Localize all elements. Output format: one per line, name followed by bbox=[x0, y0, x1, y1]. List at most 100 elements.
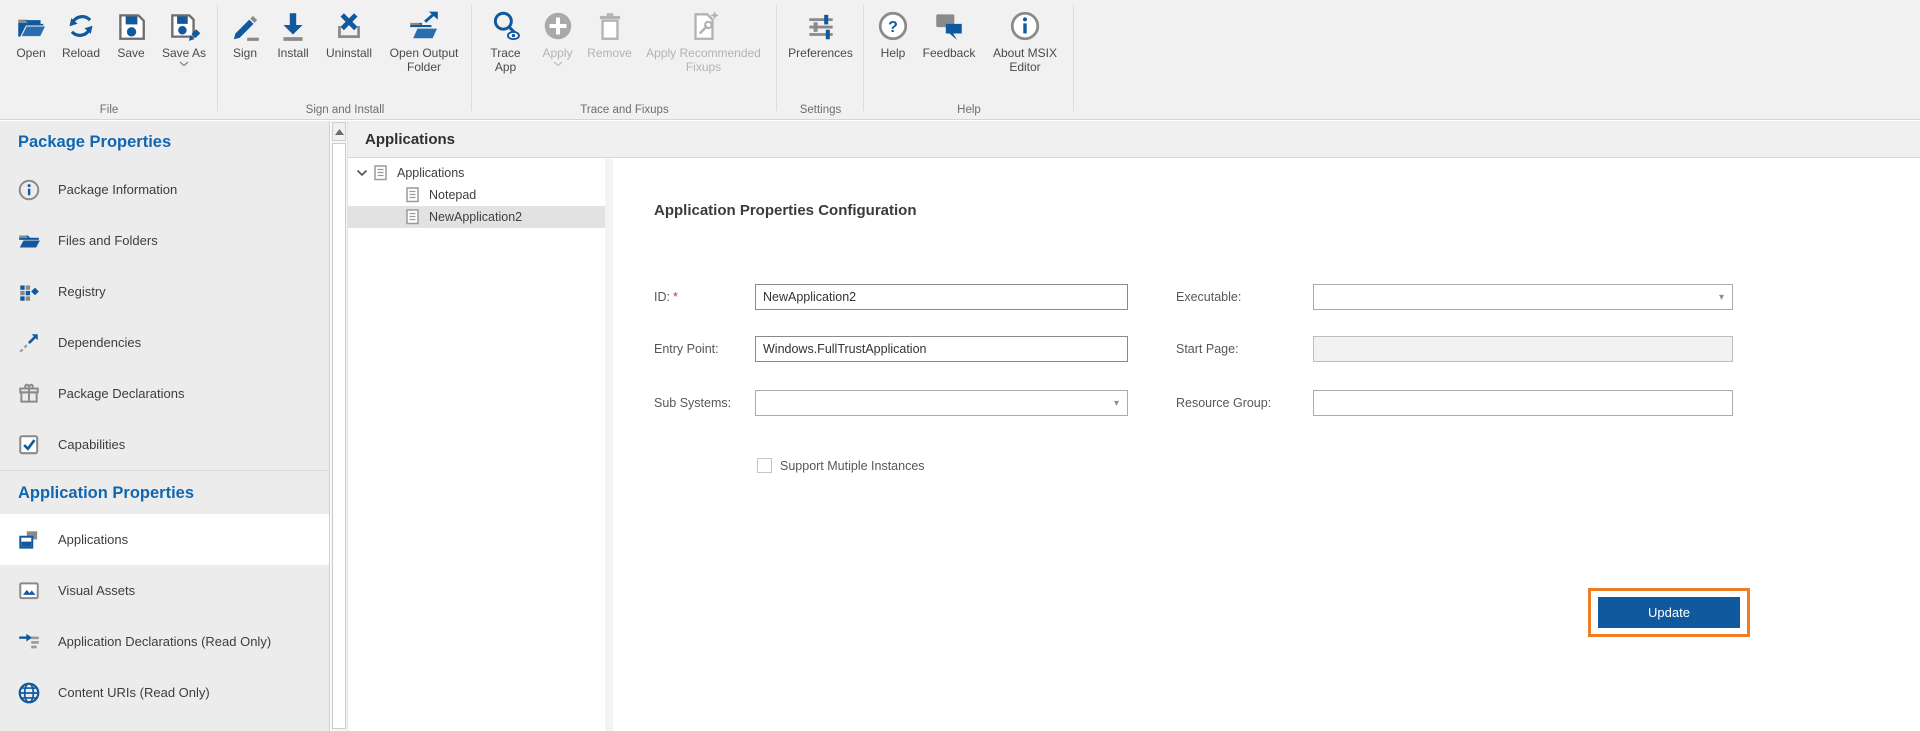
open-button[interactable]: Open bbox=[6, 3, 56, 67]
apply-dropdown-chevron-icon bbox=[553, 61, 563, 67]
preferences-button[interactable]: Preferences bbox=[781, 3, 861, 60]
uninstall-button[interactable]: Uninstall bbox=[318, 3, 380, 74]
ribbon-group-settings: Preferences Settings bbox=[777, 0, 864, 119]
package-box-icon bbox=[16, 383, 42, 405]
sub-systems-label: Sub Systems: bbox=[654, 396, 731, 410]
applications-tree: Applications Notepad NewApplication2 bbox=[348, 159, 605, 731]
install-arrow-icon bbox=[276, 6, 310, 46]
scrollbar-up-arrow[interactable] bbox=[332, 122, 346, 141]
navigation-sidebar: Package Properties Package Information F… bbox=[0, 121, 330, 731]
about-info-icon bbox=[1008, 6, 1042, 46]
reload-icon bbox=[64, 6, 98, 46]
support-multiple-instances-checkbox[interactable] bbox=[757, 458, 772, 473]
tree-form-divider bbox=[605, 159, 613, 731]
sidebar-scrollbar[interactable] bbox=[331, 121, 348, 731]
entry-point-input[interactable] bbox=[755, 336, 1128, 362]
page-title: Applications bbox=[365, 131, 455, 148]
sidebar-item-dependencies[interactable]: Dependencies bbox=[0, 317, 329, 368]
ribbon-toolbar: Open Reload Save Save As bbox=[0, 0, 1920, 120]
tree-item-newapplication2[interactable]: NewApplication2 bbox=[348, 206, 605, 228]
id-input[interactable] bbox=[755, 284, 1128, 310]
required-asterisk: * bbox=[673, 290, 678, 304]
save-as-button[interactable]: Save As bbox=[156, 3, 212, 67]
ribbon-group-label-trace-fixups: Trace and Fixups bbox=[472, 104, 777, 116]
start-page-label: Start Page: bbox=[1176, 342, 1239, 356]
combo-dropdown-icon: ▾ bbox=[1114, 398, 1119, 409]
executable-label: Executable: bbox=[1176, 290, 1241, 304]
executable-combobox[interactable]: ▾ bbox=[1313, 284, 1733, 310]
trace-app-icon bbox=[489, 6, 523, 46]
about-msix-editor-button[interactable]: About MSIX Editor bbox=[982, 3, 1068, 74]
id-label: ID:* bbox=[654, 290, 678, 304]
registry-grid-icon bbox=[16, 281, 42, 303]
start-page-input bbox=[1313, 336, 1733, 362]
ribbon-group-label-file: File bbox=[0, 104, 218, 116]
save-as-dropdown-chevron-icon[interactable] bbox=[179, 61, 189, 67]
ribbon-group-file: Open Reload Save Save As bbox=[0, 0, 218, 119]
sidebar-item-visual-assets[interactable]: Visual Assets bbox=[0, 565, 329, 616]
tree-item-label: NewApplication2 bbox=[429, 210, 522, 224]
apply-button[interactable]: Apply bbox=[533, 3, 583, 74]
apply-recommended-fixups-icon bbox=[687, 6, 721, 46]
sidebar-item-content-uris[interactable]: Content URIs (Read Only) bbox=[0, 667, 329, 718]
remove-button[interactable]: Remove bbox=[583, 3, 637, 74]
sidebar-item-registry[interactable]: Registry bbox=[0, 266, 329, 317]
ribbon-group-trace-fixups-buttons: Trace App Apply Remove bbox=[472, 0, 777, 74]
msix-editor-window: { "ribbon": { "groups": [ { "label": "Fi… bbox=[0, 0, 1920, 731]
apply-plus-icon bbox=[541, 6, 575, 46]
tree-item-applications-root[interactable]: Applications bbox=[348, 162, 605, 184]
dependency-arrow-icon bbox=[16, 332, 42, 354]
sidebar-item-package-declarations[interactable]: Package Declarations bbox=[0, 368, 329, 419]
feedback-button[interactable]: Feedback bbox=[916, 3, 982, 74]
sub-systems-combobox[interactable]: ▾ bbox=[755, 390, 1128, 416]
sidebar-item-applications[interactable]: Applications bbox=[0, 514, 329, 565]
save-button[interactable]: Save bbox=[106, 3, 156, 67]
combo-dropdown-icon: ▾ bbox=[1719, 292, 1724, 303]
sign-button[interactable]: Sign bbox=[222, 3, 268, 74]
document-icon bbox=[374, 165, 389, 181]
ribbon-group-help-buttons: ? Help Feedback About MSIX Editor bbox=[864, 0, 1074, 74]
reload-button[interactable]: Reload bbox=[56, 3, 106, 67]
app-windows-icon bbox=[16, 529, 42, 551]
help-button[interactable]: ? Help bbox=[870, 3, 916, 74]
tree-item-label: Applications bbox=[397, 166, 464, 180]
install-button[interactable]: Install bbox=[268, 3, 318, 74]
save-icon bbox=[114, 6, 148, 46]
help-question-icon: ? bbox=[876, 6, 910, 46]
ribbon-group-label-help: Help bbox=[864, 104, 1074, 116]
sidebar-item-files-and-folders[interactable]: Files and Folders bbox=[0, 215, 329, 266]
tree-item-notepad[interactable]: Notepad bbox=[348, 184, 605, 206]
sidebar-item-application-declarations[interactable]: Application Declarations (Read Only) bbox=[0, 616, 329, 667]
resource-group-input[interactable] bbox=[1313, 390, 1733, 416]
update-button[interactable]: Update bbox=[1598, 597, 1740, 628]
scrollbar-thumb[interactable] bbox=[332, 143, 346, 729]
sidebar-item-package-information[interactable]: Package Information bbox=[0, 164, 329, 215]
open-folder-icon bbox=[14, 6, 48, 46]
ribbon-group-trace-fixups: Trace App Apply Remove bbox=[472, 0, 777, 119]
info-circle-icon bbox=[16, 179, 42, 201]
ribbon-group-sign-install-buttons: Sign Install Uninstall Open Output Folde… bbox=[218, 0, 472, 74]
document-icon bbox=[406, 187, 421, 203]
resource-group-label: Resource Group: bbox=[1176, 396, 1271, 410]
uninstall-icon bbox=[332, 6, 366, 46]
apply-recommended-fixups-button[interactable]: Apply Recommended Fixups bbox=[637, 3, 771, 74]
save-as-icon bbox=[167, 6, 201, 46]
feedback-bubble-icon bbox=[932, 6, 966, 46]
globe-icon bbox=[16, 682, 42, 704]
entry-point-label: Entry Point: bbox=[654, 342, 719, 356]
ribbon-group-label-sign-install: Sign and Install bbox=[218, 104, 472, 116]
trace-app-button[interactable]: Trace App bbox=[479, 3, 533, 74]
folder-icon bbox=[16, 230, 42, 252]
main-panel-header: Applications bbox=[348, 121, 1920, 158]
open-output-folder-icon bbox=[407, 6, 441, 46]
chevron-down-icon[interactable] bbox=[356, 169, 374, 177]
support-multiple-instances-label: Support Mutiple Instances bbox=[780, 459, 925, 473]
open-output-folder-button[interactable]: Open Output Folder bbox=[380, 3, 468, 74]
document-icon bbox=[406, 209, 421, 225]
ribbon-group-help: ? Help Feedback About MSIX Editor Help bbox=[864, 0, 1074, 119]
ribbon-group-sign-install: Sign Install Uninstall Open Output Folde… bbox=[218, 0, 472, 119]
arrow-list-icon bbox=[16, 631, 42, 653]
sidebar-heading-package-properties: Package Properties bbox=[0, 121, 329, 164]
sidebar-item-capabilities[interactable]: Capabilities bbox=[0, 419, 329, 470]
svg-text:?: ? bbox=[888, 19, 898, 36]
